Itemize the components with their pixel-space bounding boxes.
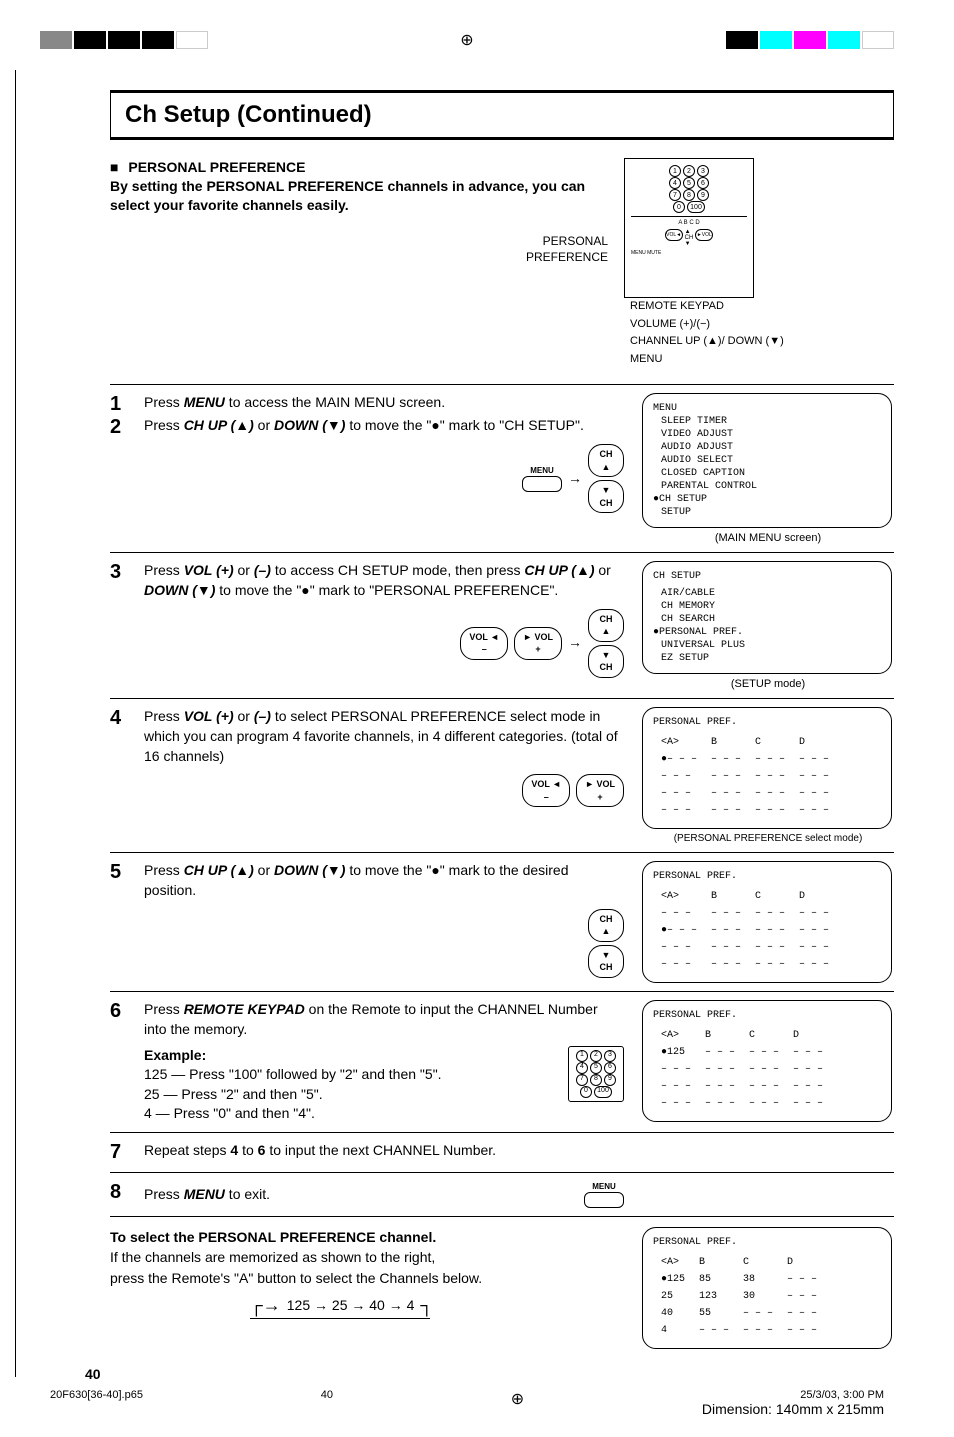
step-8: 8 Press MENU to exit. MENU [110, 1172, 894, 1216]
menu-button-icon [584, 1192, 624, 1208]
menu-button-icon [522, 476, 562, 492]
footer-page: 40 [321, 1389, 333, 1417]
ch-down-button-icon: ▼ CH [588, 480, 624, 513]
step-number: 2 [110, 416, 134, 513]
keypad-icon: 123 456 789 0100 [568, 1046, 624, 1102]
personal-label: PERSONAL [543, 234, 608, 248]
footer-dimension: Dimension: 140mm x 215mm [702, 1401, 884, 1417]
step-5: 5 Press CH UP (▲) or DOWN (▼) to move th… [110, 852, 894, 991]
remote-illustration: 123 456 789 0100 A B C D VOL◄ ▲CH▼ ►VOL … [624, 158, 894, 368]
step-3: 3 Press VOL (+) or (–) to access CH SETU… [110, 552, 894, 698]
screen-caption: (SETUP mode) [642, 678, 894, 690]
step-1-2: 1 Press MENU to access the MAIN MENU scr… [110, 384, 894, 552]
crop-rule [15, 70, 23, 1377]
vol-plus-button-icon: ► VOL + [576, 774, 624, 807]
channel-cycle: ┌→125 → 25 → 40 → 4┐ [250, 1292, 628, 1318]
remote-menu-label: MENU [630, 351, 784, 369]
screen-caption: (PERSONAL PREFERENCE select mode) [642, 833, 894, 844]
step-7: 7 Repeat steps 4 to 6 to input the next … [110, 1132, 894, 1172]
ch-up-button-icon: CH ▲ [588, 609, 624, 642]
pref-select-screen: PERSONAL PREF. <A>BCD ●– – –– – –– – –– … [642, 707, 892, 829]
vol-minus-button-icon: VOL ◄ – [460, 627, 508, 660]
select-heading: To select the PERSONAL PREFERENCE channe… [110, 1227, 628, 1247]
remote-box: 123 456 789 0100 A B C D VOL◄ ▲CH▼ ►VOL … [624, 158, 754, 298]
select-pref-section: To select the PERSONAL PREFERENCE channe… [110, 1216, 894, 1349]
bullet-square-icon: ■ [110, 159, 118, 175]
remote-channel-label: CHANNEL UP (▲)/ DOWN (▼) [630, 333, 784, 351]
example-heading: Example: [144, 1046, 558, 1066]
registration-mark-icon: ⊕ [460, 30, 473, 50]
intro-heading: PERSONAL PREFERENCE [128, 159, 305, 175]
pref-table: <A>BCD ●– – –– – –– – –– – – – – –– – ––… [653, 733, 837, 820]
section-title: Ch Setup (Continued) [125, 101, 879, 129]
page-number: 40 [85, 1366, 101, 1382]
footer-date: 25/3/03, 3:00 PM [702, 1389, 884, 1401]
section-title-bar: Ch Setup (Continued) [110, 90, 894, 140]
vol-plus-button-icon: ► VOL + [514, 627, 562, 660]
example-line: 4 — Press "0" and then "4". [144, 1104, 558, 1124]
vol-minus-button-icon: VOL ◄ – [522, 774, 570, 807]
intro-body: By setting the PERSONAL PREFERENCE chann… [110, 178, 585, 213]
step-6: 6 Press REMOTE KEYPAD on the Remote to i… [110, 991, 894, 1132]
ch-down-button-icon: ▼ CH [588, 945, 624, 978]
step-4: 4 Press VOL (+) or (–) to select PERSONA… [110, 698, 894, 852]
registration-mark-icon: ⊕ [511, 1389, 524, 1417]
select-line: press the Remote's "A" button to select … [110, 1268, 628, 1288]
ch-up-button-icon: CH ▲ [588, 909, 624, 942]
screen-caption: (MAIN MENU screen) [642, 532, 894, 544]
ch-up-button-icon: CH ▲ [588, 444, 624, 477]
example-line: 125 — Press "100" followed by "2" and th… [144, 1065, 558, 1085]
pref-final-screen: PERSONAL PREF. <A>BCD ●1258538– – – 2512… [642, 1227, 892, 1349]
arrow-right-icon: → [568, 633, 582, 653]
document-page: ⊕ Ch Setup (Continued) ■ PERSONAL PREFER… [0, 0, 954, 1437]
example-line: 25 — Press "2" and then "5". [144, 1085, 558, 1105]
intro-block: ■ PERSONAL PREFERENCE By setting the PER… [110, 158, 894, 368]
step-number: 1 [110, 393, 134, 416]
pref-position-screen: PERSONAL PREF. <A>BCD – – –– – –– – –– –… [642, 861, 892, 983]
pref-input-screen: PERSONAL PREF. <A>BCD ●125– – –– – –– – … [642, 1000, 892, 1122]
arrow-right-icon: → [568, 469, 582, 489]
print-registration-marks: ⊕ [40, 20, 894, 60]
remote-volume-label: VOLUME (+)/(−) [630, 316, 784, 334]
footer-file: 20F630[36-40].p65 [50, 1389, 143, 1417]
ch-down-button-icon: ▼ CH [588, 645, 624, 678]
select-line: If the channels are memorized as shown t… [110, 1247, 628, 1267]
preference-label: PREFERENCE [526, 250, 608, 264]
setup-screen: CH SETUP AIR/CABLE CH MEMORY CH SEARCH ●… [642, 561, 892, 674]
main-menu-screen: MENU SLEEP TIMER VIDEO ADJUST AUDIO ADJU… [642, 393, 892, 528]
print-footer: 20F630[36-40].p65 40 ⊕ 25/3/03, 3:00 PM … [40, 1389, 894, 1417]
remote-keypad-label: REMOTE KEYPAD [630, 298, 784, 316]
